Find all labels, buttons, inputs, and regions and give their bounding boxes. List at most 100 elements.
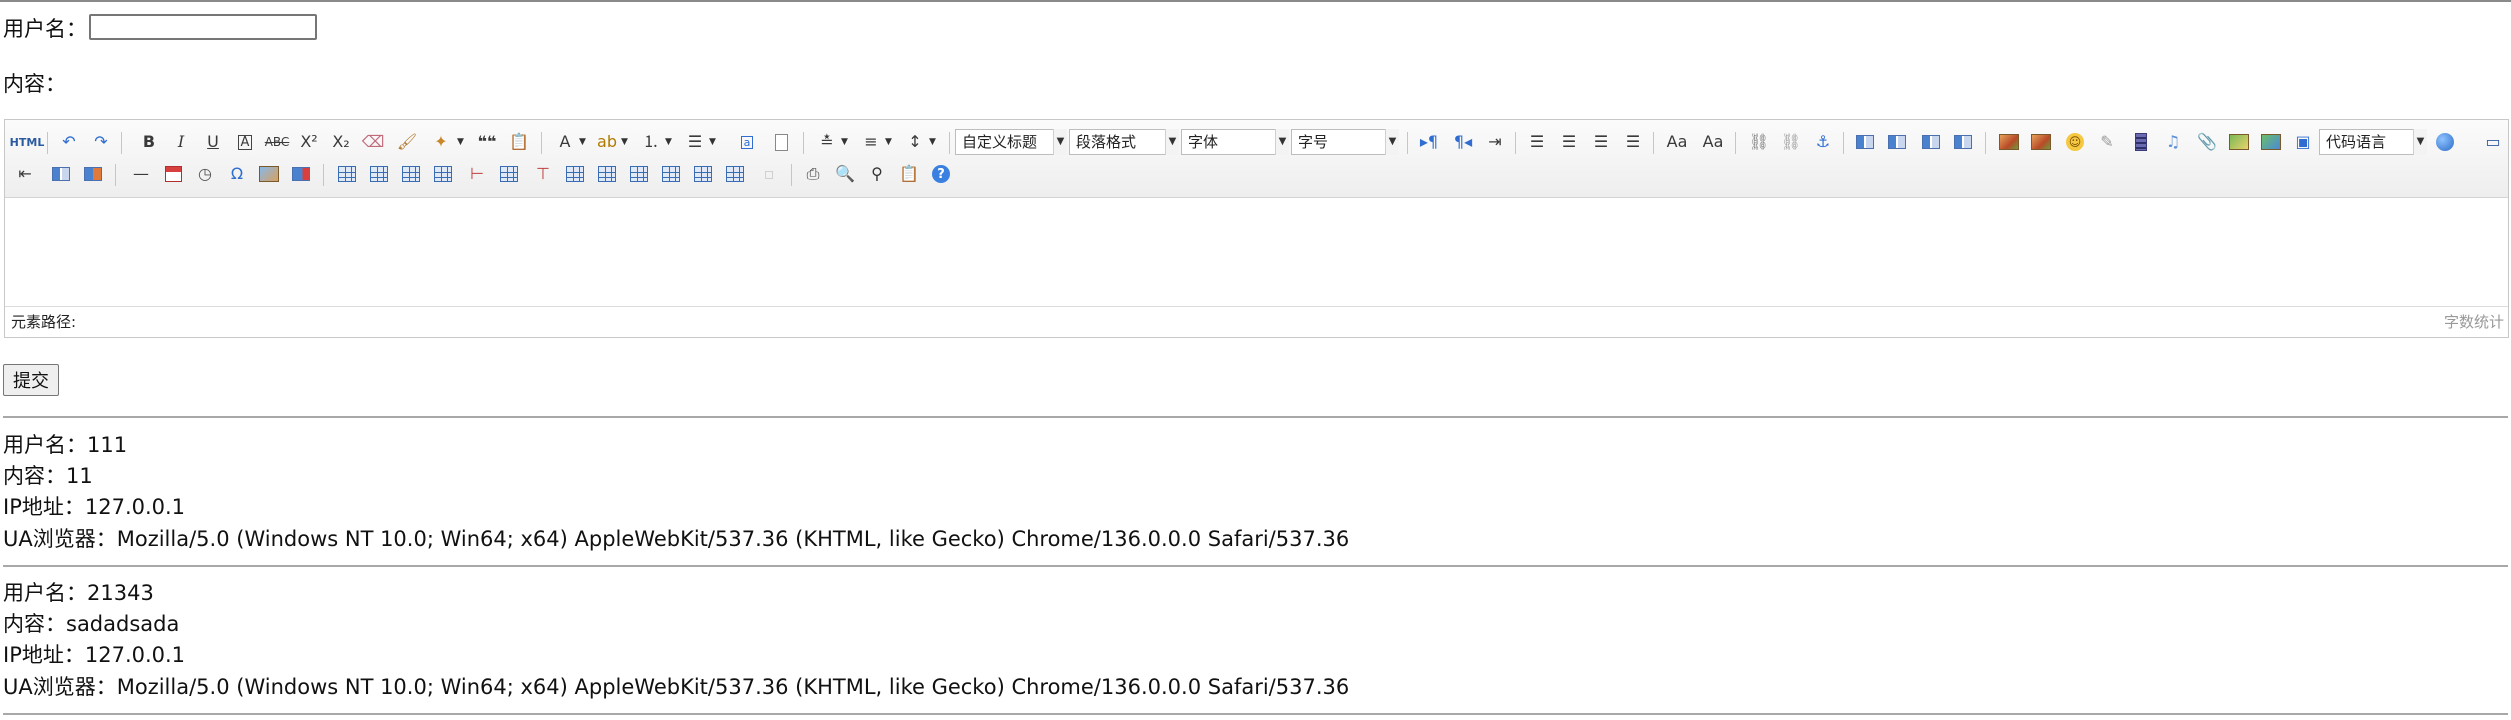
image-left-icon[interactable]: [1885, 130, 1909, 154]
superscript-icon[interactable]: X²: [297, 130, 321, 154]
wordimage-icon[interactable]: [81, 162, 105, 186]
map-icon[interactable]: [2227, 130, 2251, 154]
merge-down-icon[interactable]: [627, 162, 651, 186]
chevron-down-icon[interactable]: ▼: [1275, 129, 1289, 155]
split-to-rows-icon[interactable]: [691, 162, 715, 186]
blockquote-icon[interactable]: ❝❝: [475, 130, 499, 154]
row-spacing-bottom-icon[interactable]: ≡: [859, 130, 883, 154]
italic-icon[interactable]: I: [169, 130, 193, 154]
align-center-icon[interactable]: ☰: [1557, 130, 1581, 154]
preview-icon[interactable]: 🔍: [833, 162, 857, 186]
auto-format-icon[interactable]: ✦: [429, 130, 453, 154]
lowercase-icon[interactable]: Aa: [1701, 130, 1725, 154]
delete-col-icon[interactable]: ⊤: [531, 162, 555, 186]
chevron-down-icon[interactable]: ▼: [1165, 129, 1179, 155]
undo-icon[interactable]: ↶: [57, 130, 81, 154]
submit-button[interactable]: 提交: [3, 364, 59, 396]
code-language-select[interactable]: 代码语言: [2319, 129, 2427, 155]
merge-cells-icon[interactable]: [563, 162, 587, 186]
custom-title-select[interactable]: 自定义标题: [955, 129, 1067, 155]
chevron-down-icon[interactable]: ▼: [621, 137, 628, 147]
charts-icon[interactable]: ▫: [757, 162, 781, 186]
select-all-icon[interactable]: a: [735, 130, 759, 154]
align-justify-icon[interactable]: ☰: [1621, 130, 1645, 154]
time-icon[interactable]: ◷: [193, 162, 217, 186]
unlink-icon[interactable]: ⛓: [1779, 130, 1803, 154]
subscript-icon[interactable]: X₂: [329, 130, 353, 154]
template-list-icon[interactable]: [49, 162, 73, 186]
horizontal-rule-icon[interactable]: —: [129, 162, 153, 186]
username-input[interactable]: [89, 14, 317, 40]
special-chars-icon[interactable]: Ω: [225, 162, 249, 186]
ordered-list-icon[interactable]: ⒈: [639, 130, 663, 154]
font-size-select[interactable]: 字号: [1291, 129, 1399, 155]
chevron-down-icon[interactable]: ▼: [457, 137, 464, 147]
format-painter-icon[interactable]: 🖌: [395, 130, 419, 154]
simple-upload-icon[interactable]: [1997, 130, 2021, 154]
merge-right-icon[interactable]: [595, 162, 619, 186]
insert-frame-icon[interactable]: ▣: [2291, 130, 2315, 154]
drafts-icon[interactable]: 📋: [897, 162, 921, 186]
chevron-down-icon[interactable]: ▼: [1385, 129, 1399, 155]
image-center-icon[interactable]: [1951, 130, 1975, 154]
emotion-icon[interactable]: ☺: [2063, 130, 2087, 154]
ltr-direction-icon[interactable]: ▸¶: [1417, 130, 1441, 154]
music-icon[interactable]: ♫: [2161, 130, 2185, 154]
html-source-icon[interactable]: HTML: [10, 130, 45, 154]
image-right-icon[interactable]: [1919, 130, 1943, 154]
indent-icon[interactable]: ⇥: [1483, 130, 1507, 154]
chevron-down-icon[interactable]: ▼: [841, 137, 848, 147]
paragraph-format-select[interactable]: 段落格式: [1069, 129, 1179, 155]
bold-icon[interactable]: B: [137, 130, 161, 154]
chevron-down-icon[interactable]: ▼: [579, 137, 586, 147]
unordered-list-icon[interactable]: ☰: [683, 130, 707, 154]
rtl-direction-icon[interactable]: ¶◂: [1451, 130, 1475, 154]
google-map-icon[interactable]: [2259, 130, 2283, 154]
page-break-icon[interactable]: [2433, 130, 2457, 154]
insert-row-icon[interactable]: [431, 162, 455, 186]
snapscreen-icon[interactable]: [257, 162, 281, 186]
date-icon[interactable]: [161, 162, 185, 186]
insert-col-icon[interactable]: [497, 162, 521, 186]
image-none-icon[interactable]: [1853, 130, 1877, 154]
insert-table-icon[interactable]: [335, 162, 359, 186]
delete-table-icon[interactable]: [367, 162, 391, 186]
redo-icon[interactable]: ↷: [89, 130, 113, 154]
font-family-select[interactable]: 字体: [1181, 129, 1289, 155]
anchor-icon[interactable]: ⚓: [1811, 130, 1835, 154]
clear-document-icon[interactable]: [769, 130, 793, 154]
insert-paragraph-before-table-icon[interactable]: [399, 162, 423, 186]
split-to-cols-icon[interactable]: [723, 162, 747, 186]
link-icon[interactable]: ⛓: [1747, 130, 1771, 154]
chevron-down-icon[interactable]: ▼: [1053, 129, 1067, 155]
chevron-down-icon[interactable]: ▼: [709, 137, 716, 147]
align-right-icon[interactable]: ☰: [1589, 130, 1613, 154]
insert-video-icon[interactable]: [2129, 130, 2153, 154]
background-icon[interactable]: ⇤: [13, 162, 37, 186]
chevron-down-icon[interactable]: ▼: [885, 137, 892, 147]
chevron-down-icon[interactable]: ▼: [929, 137, 936, 147]
chevron-down-icon[interactable]: ▼: [2413, 129, 2427, 155]
insert-image-icon[interactable]: [2029, 130, 2053, 154]
row-spacing-top-icon[interactable]: ≛: [815, 130, 839, 154]
eraser-icon[interactable]: ⌫: [361, 130, 385, 154]
search-icon[interactable]: ⚲: [865, 162, 889, 186]
font-color-icon[interactable]: A: [553, 130, 577, 154]
strikethrough-icon[interactable]: ABC: [265, 130, 290, 154]
uppercase-icon[interactable]: Aa: [1665, 130, 1689, 154]
underline-icon[interactable]: U: [201, 130, 225, 154]
help-icon[interactable]: ?: [929, 162, 953, 186]
editor-content-area[interactable]: [5, 198, 2508, 306]
scrawl-icon[interactable]: ✎: [2095, 130, 2119, 154]
attachment-icon[interactable]: 📎: [2195, 130, 2219, 154]
delete-row-icon[interactable]: ⊢: [465, 162, 489, 186]
print-icon[interactable]: ⎙: [801, 162, 825, 186]
chevron-down-icon[interactable]: ▼: [665, 137, 672, 147]
align-left-icon[interactable]: ☰: [1525, 130, 1549, 154]
split-to-cells-icon[interactable]: [659, 162, 683, 186]
font-border-icon[interactable]: A: [233, 130, 257, 154]
line-height-icon[interactable]: ↕: [903, 130, 927, 154]
highlight-color-icon[interactable]: ab: [595, 130, 619, 154]
search-replace-icon[interactable]: [289, 162, 313, 186]
paste-plain-icon[interactable]: 📋: [507, 130, 531, 154]
